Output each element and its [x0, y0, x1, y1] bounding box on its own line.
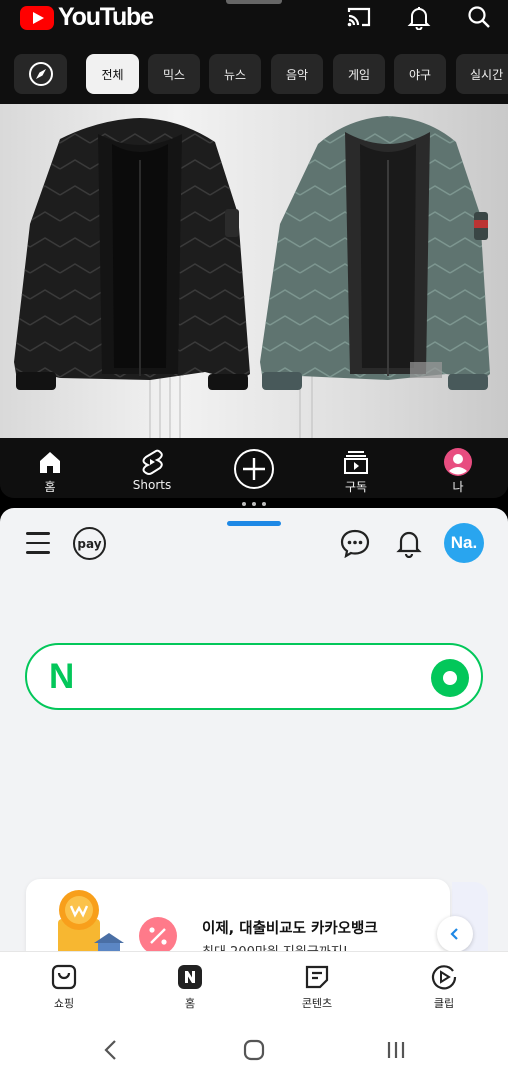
tab-shopping[interactable]: 쇼핑 [23, 952, 103, 1022]
tab-home[interactable]: 홈 [149, 952, 229, 1022]
chip-all[interactable]: 전체 [86, 54, 139, 94]
youtube-header: YouTube [0, 0, 508, 36]
home-icon [40, 452, 60, 473]
nav-home[interactable]: 홈 [15, 440, 85, 498]
profile-avatar-icon [444, 448, 472, 476]
youtube-play-logo-icon [20, 5, 54, 30]
chevron-left-icon [450, 928, 458, 940]
nav-subscriptions-label: 구독 [344, 480, 368, 494]
chip-live[interactable]: 실시간 [456, 54, 508, 94]
chip-mix[interactable]: 믹스 [148, 54, 200, 94]
chip-baseball[interactable]: 야구 [394, 54, 446, 94]
shorts-icon [142, 449, 163, 475]
chip-music[interactable]: 음악 [271, 54, 323, 94]
tab-shopping-label: 쇼핑 [53, 997, 75, 1010]
contents-icon [305, 965, 329, 989]
green-dot-search-icon[interactable] [431, 659, 469, 697]
youtube-bottom-nav: 홈 Shorts 구독 나 [0, 440, 508, 498]
naver-logo: N [49, 657, 75, 696]
carousel-prev-button[interactable] [437, 916, 473, 952]
nav-you-label: 나 [452, 480, 464, 494]
tab-clip[interactable]: 클립 [403, 952, 483, 1022]
naver-grab-bar[interactable] [227, 521, 281, 526]
recents-icon[interactable] [383, 1037, 409, 1063]
split-screen: YouTube 전체 믹스 뉴스 음악 게임 야구 실시간 홈 Shorts 구… [0, 0, 508, 1080]
divider-dot [252, 502, 256, 506]
chip-game[interactable]: 게임 [333, 54, 385, 94]
chat-bubble-icon[interactable] [340, 528, 370, 558]
search-icon[interactable] [466, 4, 492, 30]
system-navigation-bar [0, 1020, 508, 1080]
tab-contents[interactable]: 콘텐츠 [276, 952, 356, 1022]
nav-subscriptions[interactable]: 구독 [321, 440, 391, 498]
youtube-logo-text: YouTube [58, 3, 154, 31]
youtube-logo[interactable]: YouTube [20, 3, 154, 32]
category-chips: 전체 믹스 뉴스 음악 게임 야구 실시간 [0, 54, 508, 94]
video-player[interactable] [0, 104, 508, 438]
tab-home-label: 홈 [184, 997, 196, 1010]
explore-compass-icon [28, 62, 53, 86]
naver-home-icon [178, 965, 202, 989]
naver-search-bar[interactable]: N [25, 643, 483, 710]
create-plus-icon [234, 449, 274, 489]
tab-clip-label: 클립 [433, 997, 455, 1010]
youtube-app: YouTube 전체 믹스 뉴스 음악 게임 야구 실시간 홈 Shorts 구… [0, 0, 508, 498]
home-icon[interactable] [241, 1037, 267, 1063]
explore-chip[interactable] [14, 54, 67, 94]
promo-title: 이제, 대출비교도 카카오뱅크 [202, 921, 378, 937]
tab-contents-label: 콘텐츠 [301, 997, 333, 1010]
naver-pay-button[interactable]: pay [73, 527, 106, 560]
shopping-bag-icon [51, 964, 77, 990]
hamburger-menu-icon[interactable] [26, 532, 50, 554]
subscriptions-icon [344, 451, 368, 474]
divider-dot [242, 502, 246, 506]
nav-home-label: 홈 [44, 480, 56, 494]
nav-shorts-label: Shorts [132, 478, 172, 492]
notifications-bell-icon[interactable] [394, 528, 424, 558]
naver-app: pay Na. N 이제, 대출비교도 카카오뱅크 쇼핑 홈 콘텐츠 클립 [0, 508, 508, 1080]
nav-create[interactable] [219, 440, 289, 498]
cast-icon[interactable] [346, 4, 372, 30]
user-avatar[interactable]: Na. [444, 523, 484, 563]
divider-dot [262, 502, 266, 506]
naver-bottom-tabbar: 쇼핑 홈 콘텐츠 클립 [0, 951, 508, 1021]
nav-you[interactable]: 나 [423, 440, 493, 498]
nav-shorts[interactable]: Shorts [117, 440, 187, 498]
clip-play-icon [431, 965, 457, 990]
video-frame-jackets [0, 104, 508, 438]
back-icon[interactable] [99, 1037, 125, 1063]
notifications-bell-icon[interactable] [406, 4, 432, 30]
chip-news[interactable]: 뉴스 [209, 54, 261, 94]
